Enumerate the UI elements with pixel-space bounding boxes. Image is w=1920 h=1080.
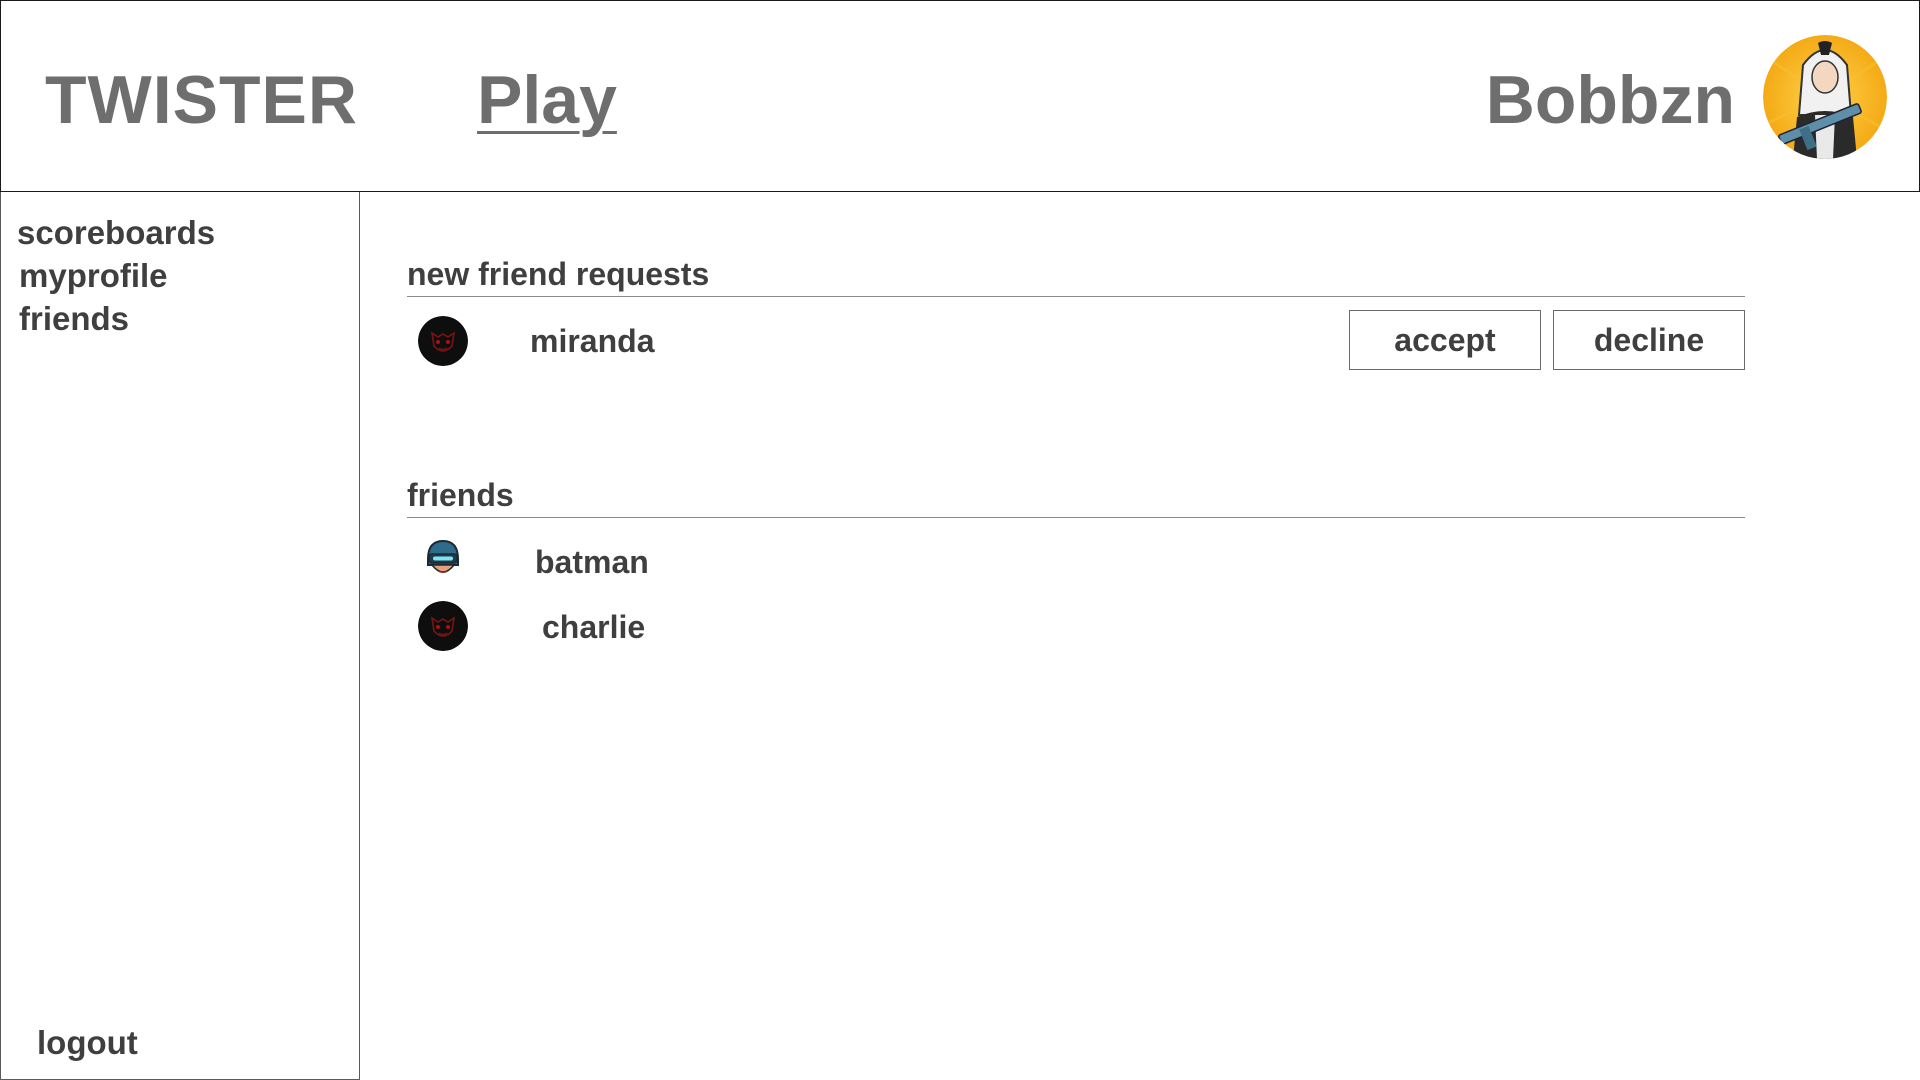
sidebar-item-friends[interactable]: friends xyxy=(19,300,129,338)
request-name: miranda xyxy=(530,323,655,359)
section-divider xyxy=(407,296,1745,297)
section-divider xyxy=(407,517,1745,518)
sidebar-item-myprofile[interactable]: myprofile xyxy=(19,257,168,295)
friend-requests-heading: new friend requests xyxy=(407,256,710,292)
decline-button[interactable]: decline xyxy=(1553,310,1745,370)
dark-mask-avatar-icon xyxy=(418,601,468,651)
user-avatar-icon[interactable] xyxy=(1763,35,1887,159)
brand-logo-text: TWISTER xyxy=(45,62,358,138)
accept-button[interactable]: accept xyxy=(1349,310,1541,370)
dark-mask-avatar-icon xyxy=(418,316,468,366)
helmet-avatar-icon xyxy=(418,535,468,585)
logout-link[interactable]: logout xyxy=(37,1024,138,1062)
top-header: TWISTER Play Bobbzn xyxy=(0,0,1920,192)
friend-name: charlie xyxy=(542,609,646,645)
play-link[interactable]: Play xyxy=(477,61,617,139)
sidebar: scoreboards myprofile friends logout xyxy=(0,192,360,1080)
username-label: Bobbzn xyxy=(1485,62,1735,138)
friend-name: batman xyxy=(535,544,649,580)
sidebar-item-scoreboards[interactable]: scoreboards xyxy=(17,214,215,252)
friends-heading: friends xyxy=(407,477,514,513)
